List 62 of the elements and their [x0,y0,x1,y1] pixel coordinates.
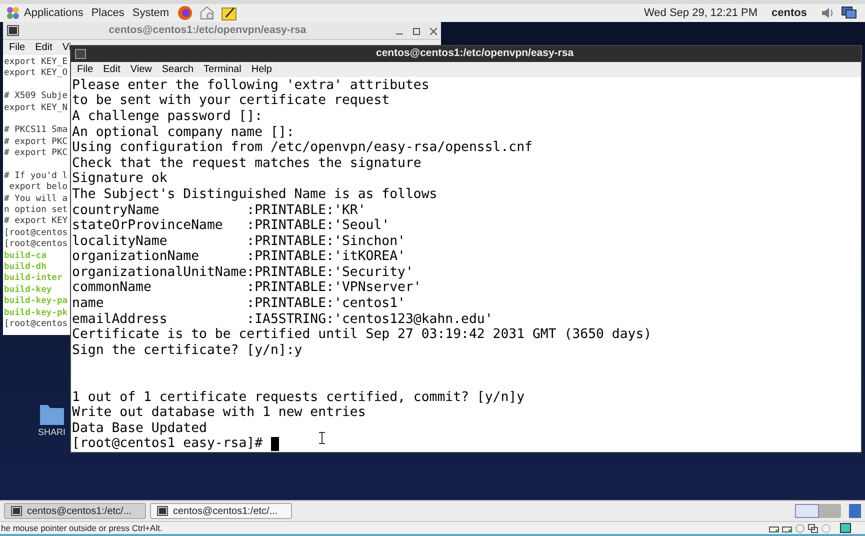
menu-item[interactable]: Edit [103,62,120,77]
terminal-line: A challenge password []: [72,108,263,125]
terminal-line: build-key-pa [4,296,68,306]
terminal-line: build-dh [4,262,46,272]
window-title: centos@centos1:/etc/openvpn/easy-rsa [376,46,574,61]
terminal-line: 1 out of 1 certificate requests certified, commit? [y/n]y [72,390,525,406]
terminal-line: export KEY_O [4,68,68,78]
terminal-line: emailAddress :IA5STRING:'centos123@kahn.edu' [72,312,493,328]
desktop-icon-label[interactable]: SHARI [38,426,66,440]
taskbar-button[interactable]: centos@centos1:/etc/... [150,503,292,519]
terminal-line: # X509 Subje [4,91,68,102]
menu-item[interactable]: File [9,40,26,55]
terminal-line: Signature ok [72,171,168,187]
terminal-line: export belo [8,182,68,192]
terminal-line: The Subject's Distinguished Name is as follows [72,186,438,202]
user-name[interactable]: centos [772,4,807,22]
panel-menu[interactable]: System [132,4,170,22]
menu-item[interactable]: Terminal [204,62,242,77]
menu-item[interactable]: View [130,62,152,77]
terminal-line: [root@centos [4,318,68,329]
terminal-line: [root@centos [4,228,68,238]
terminal-line: [root@centos [4,239,68,250]
taskbar-button[interactable]: centos@centos1:/etc/... [4,503,146,519]
menu-item[interactable]: Edit [35,40,52,55]
terminal-line: name :PRINTABLE:'centos1' [72,296,406,312]
terminal-line: # You will a [4,194,68,204]
terminal-line: Check that the request matches the signature [72,156,422,172]
terminal-line: Please enter the following 'extra' attributes [72,78,430,94]
panel-menu[interactable]: Places [91,4,124,22]
terminal-line: Write out database with 1 new entries [72,405,366,421]
terminal-line: build-key [4,284,52,295]
terminal-line: An optional company name []: [72,124,294,140]
terminal-line: Certificate is to be certified until Sep 27 03:19:42 2031 GMT (3650 days) [72,327,652,343]
status-message: he mouse pointer outside or press Ctrl+Alt. [0,522,162,534]
terminal-line: # export KEY [4,216,68,226]
menu-item[interactable]: Search [162,62,194,77]
menu-item[interactable]: Help [251,62,272,77]
terminal-line: Sign the certificate? [y/n]:y [72,342,302,358]
terminal-line: commonName :PRINTABLE:'VPNserver' [72,280,422,296]
terminal-line: # PKCS11 Sma [4,125,68,136]
terminal-line: # export PKC [4,148,68,158]
terminal-line: build-ca [4,250,46,261]
terminal-line: n option set [4,205,68,216]
terminal-line: # If you'd l [4,170,68,181]
terminal-line: build-inter [4,273,62,284]
terminal-line: build-key-pk [4,308,68,318]
terminal-line: [root@centos1 easy-rsa]# [72,436,264,452]
window-title: centos@centos1:/etc/openvpn/easy-rsa [108,22,306,38]
terminal-line: stateOrProvinceName :PRINTABLE:'Seoul' [72,218,390,234]
terminal-line: localityName :PRINTABLE:'Sinchon' [72,234,406,250]
terminal-line: Using configuration from /etc/openvpn/easy-rsa/openssl.cnf [72,140,532,156]
terminal-line: countryName :PRINTABLE:'KR' [72,202,366,218]
terminal-line: Data Base Updated [72,420,207,436]
terminal-line: organizationName :PRINTABLE:'itKOREA' [72,249,406,265]
terminal-line: export KEY_E [4,57,68,67]
terminal-line: export KEY_N [4,102,68,113]
clock[interactable]: Wed Sep 29, 12:21 PM [644,4,758,22]
terminal-line: organizationalUnitName:PRINTABLE:'Security' [72,264,414,280]
terminal-line: to be sent with your certificate request [72,93,390,109]
panel-menu[interactable]: Applications [24,4,84,22]
menu-item[interactable]: File [77,62,94,77]
terminal-line: # export PKC [4,136,68,147]
